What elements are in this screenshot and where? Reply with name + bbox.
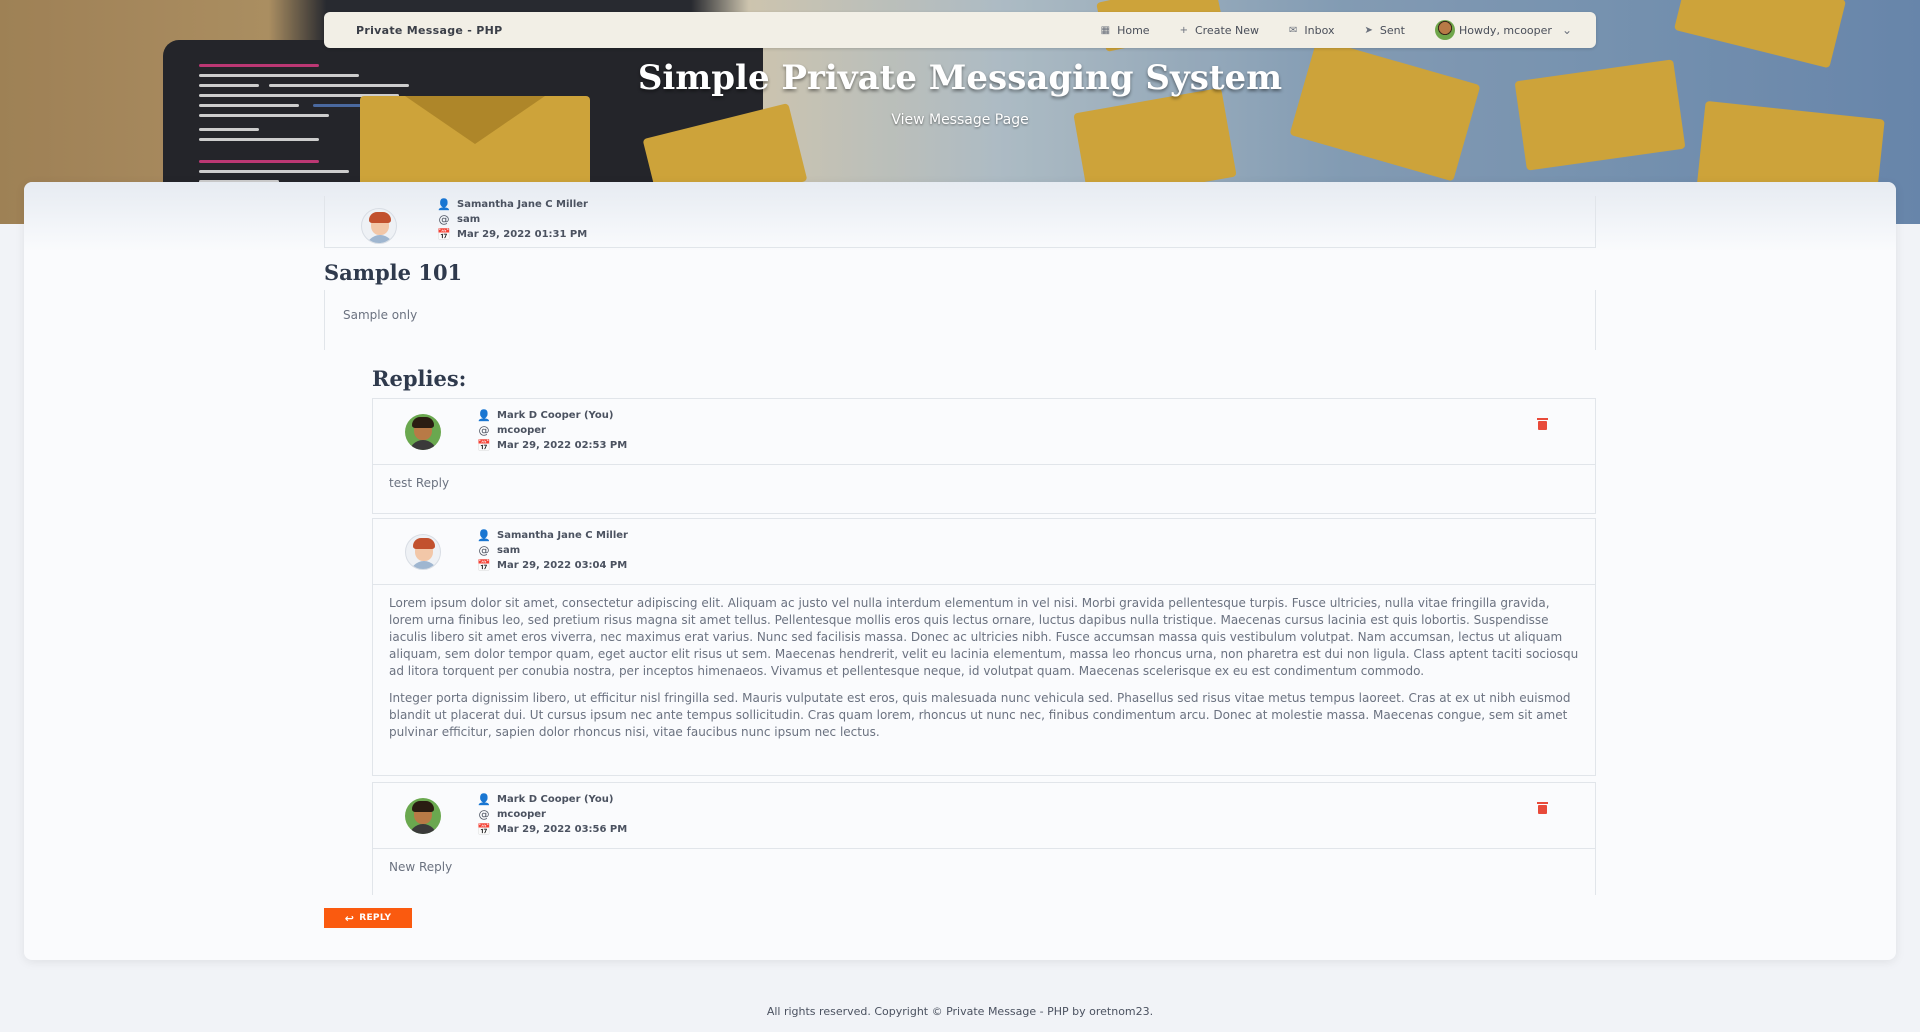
page-subtitle: View Message Page [891, 112, 1029, 128]
reply-card: 👤 Mark D Cooper (You) @ mcooper 📅 Mar 29, 2… [372, 398, 1596, 514]
reply-text: Lorem ipsum dolor sit amet, consectetur … [389, 596, 1579, 678]
reply-author-username: sam [497, 545, 521, 556]
chevron-down-icon: ⌄ [1561, 23, 1572, 37]
sender-name: Samantha Jane C Miller [457, 199, 588, 210]
footer-copyright: All rights reserved. Copyright © Private… [766, 1005, 1154, 1018]
reply-meta: 👤 Mark D Cooper (You) @ mcooper 📅 Mar 29, 2… [477, 793, 627, 836]
message-body: Sample only [324, 290, 1596, 350]
user-icon: 👤 [477, 793, 491, 806]
reply-body: New Reply [373, 849, 1595, 895]
reply-text: Integer porta dignissim libero, ut effic… [389, 691, 1571, 739]
reply-card: 👤 Mark D Cooper (You) @ mcooper 📅 Mar 29, 2… [372, 782, 1596, 895]
inbox-icon: ✉ [1289, 24, 1298, 36]
user-icon: 👤 [477, 529, 491, 542]
nav-sent-link[interactable]: ➤ Sent [1365, 24, 1405, 37]
reply-avatar [405, 798, 441, 834]
message-subject: Sample 101 [324, 260, 463, 285]
message-header: 👤 Samantha Jane C Miller @ sam 📅 Mar 29, 20… [324, 196, 1596, 248]
user-greeting: Howdy, mcooper [1458, 23, 1552, 37]
calendar-icon: 📅 [477, 823, 491, 836]
message-date: Mar 29, 2022 01:31 PM [457, 229, 588, 240]
top-navbar: Private Message - PHP ▦ Home + Create Ne… [324, 12, 1596, 48]
reply-date: Mar 29, 2022 03:04 PM [497, 560, 628, 571]
at-icon: @ [438, 213, 450, 226]
reply-author-name: Mark D Cooper (You) [497, 794, 614, 805]
reply-avatar [405, 534, 441, 570]
reply-header: 👤 Samantha Jane C Miller @ sam 📅 Mar 29, 20… [373, 519, 1595, 585]
replies-heading: Replies: [372, 366, 467, 391]
user-avatar [1434, 20, 1455, 40]
brand-link[interactable]: Private Message - PHP [356, 24, 503, 37]
nav-inbox-link[interactable]: ✉ Inbox [1289, 24, 1335, 37]
user-icon: 👤 [477, 409, 491, 422]
nav-home-label: Home [1117, 23, 1150, 37]
reply-author-username: mcooper [497, 425, 546, 436]
reply-header: 👤 Mark D Cooper (You) @ mcooper 📅 Mar 29, 2… [373, 399, 1595, 465]
user-dropdown[interactable]: Howdy, mcooper ⌄ [1434, 20, 1572, 40]
nav-sent-label: Sent [1379, 23, 1405, 37]
at-icon: @ [478, 808, 490, 821]
reply-avatar [405, 414, 441, 450]
page-title: Simple Private Messaging System [637, 58, 1283, 98]
nav-create-new-link[interactable]: + Create New [1180, 24, 1259, 37]
calendar-icon: 📅 [437, 228, 451, 241]
delete-reply-trash-icon[interactable] [1537, 418, 1548, 430]
reply-author-username: mcooper [497, 809, 546, 820]
reply-text: test Reply [389, 476, 450, 490]
sender-avatar [361, 208, 397, 244]
message-body-text: Sample only [343, 308, 418, 322]
reply-date: Mar 29, 2022 02:53 PM [497, 440, 628, 451]
reply-card: 👤 Samantha Jane C Miller @ sam 📅 Mar 29, 20… [372, 518, 1596, 776]
at-icon: @ [478, 424, 490, 437]
nav-menu: ▦ Home + Create New ✉ Inbox ➤ Sent Howdy… [1101, 20, 1572, 40]
reply-header: 👤 Mark D Cooper (You) @ mcooper 📅 Mar 29, 2… [373, 783, 1595, 849]
reply-text: New Reply [389, 860, 453, 874]
at-icon: @ [478, 544, 490, 557]
nav-create-new-label: Create New [1194, 23, 1260, 37]
sender-username: sam [457, 214, 481, 225]
reply-button-label: REPLY [359, 913, 392, 923]
user-icon: 👤 [437, 198, 451, 211]
grid-icon: ▦ [1100, 24, 1111, 36]
reply-meta: 👤 Samantha Jane C Miller @ sam 📅 Mar 29, 20… [477, 529, 628, 572]
calendar-icon: 📅 [477, 439, 491, 452]
reply-meta: 👤 Mark D Cooper (You) @ mcooper 📅 Mar 29, 2… [477, 409, 627, 452]
reply-author-name: Samantha Jane C Miller [497, 530, 628, 541]
reply-icon: ↩ [344, 911, 355, 925]
reply-author-name: Mark D Cooper (You) [497, 410, 614, 421]
reply-body: test Reply [373, 465, 1595, 513]
reply-button[interactable]: ↩ REPLY [324, 908, 412, 928]
send-icon: ➤ [1364, 24, 1373, 36]
reply-date: Mar 29, 2022 03:56 PM [497, 824, 628, 835]
message-meta: 👤 Samantha Jane C Miller @ sam 📅 Mar 29, 20… [437, 198, 588, 241]
delete-reply-trash-icon[interactable] [1537, 802, 1548, 814]
nav-inbox-label: Inbox [1304, 23, 1335, 37]
calendar-icon: 📅 [477, 559, 491, 572]
nav-home-link[interactable]: ▦ Home [1101, 24, 1150, 37]
reply-body: Lorem ipsum dolor sit amet, consectetur … [373, 585, 1595, 775]
plus-icon: + [1179, 24, 1188, 36]
